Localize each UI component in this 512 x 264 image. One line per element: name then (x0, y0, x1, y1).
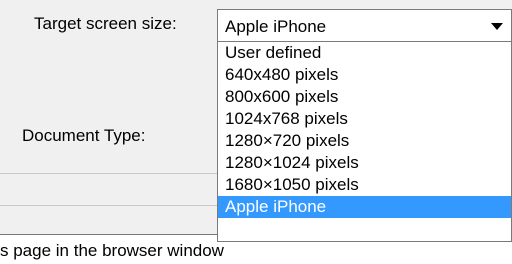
screen-size-dropdown-list[interactable]: User defined 640x480 pixels 800x600 pixe… (217, 42, 512, 242)
window-option-value: s page in the browser window (0, 241, 224, 260)
option-apple-iphone[interactable]: Apple iPhone (218, 196, 511, 218)
option-640x480[interactable]: 640x480 pixels (218, 64, 511, 86)
option-1280x1024[interactable]: 1280×1024 pixels (218, 152, 511, 174)
option-user-defined[interactable]: User defined (218, 42, 511, 64)
document-type-label: Document Type: (22, 126, 146, 145)
target-screen-size-label: Target screen size: (34, 14, 177, 33)
option-1024x768[interactable]: 1024x768 pixels (218, 108, 511, 130)
option-800x600[interactable]: 800x600 pixels (218, 86, 511, 108)
screen-size-selected-value: Apple iPhone (225, 17, 327, 36)
chevron-down-icon[interactable] (491, 23, 503, 30)
option-1280x720[interactable]: 1280×720 pixels (218, 130, 511, 152)
dialog-panel: Target screen size: Document Type: s pag… (0, 0, 512, 264)
option-1680x1050[interactable]: 1680×1050 pixels (218, 174, 511, 196)
screen-size-select[interactable]: Apple iPhone (217, 9, 512, 42)
